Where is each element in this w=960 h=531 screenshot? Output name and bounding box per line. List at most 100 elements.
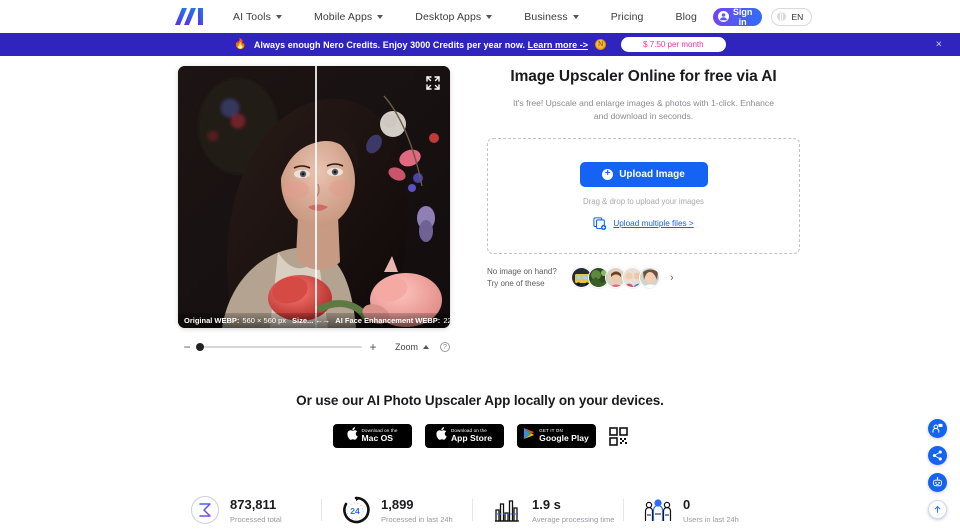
zoom-in-button[interactable]: + — [364, 341, 382, 353]
badge-main-line: App Store — [450, 432, 493, 443]
zoom-control-bar: − + Zoom ? — [178, 341, 450, 353]
multiple-files-icon — [593, 216, 607, 230]
expand-icon[interactable] — [426, 76, 440, 90]
stat-users-24h: 0 Users in last 24h — [623, 495, 782, 525]
upload-multiple-files-label: Upload multiple files > — [613, 218, 694, 228]
logo-ai-mark — [175, 8, 203, 25]
stat-text: 0 Users in last 24h — [683, 497, 739, 524]
portrait-artwork — [178, 66, 450, 328]
learn-more-link[interactable]: Learn more -> — [528, 40, 588, 50]
google-play-icon — [523, 427, 535, 445]
google-play-download-badge[interactable]: GET IT ON Google Play — [516, 424, 596, 448]
samples-next-arrow[interactable]: › — [670, 272, 674, 284]
nav-item-mobile-apps[interactable]: Mobile Apps — [298, 11, 399, 23]
zoom-out-button[interactable]: − — [178, 341, 196, 353]
stat-label: Processed total — [230, 514, 282, 524]
zoom-slider-handle[interactable] — [196, 343, 204, 351]
app-download-section: Or use our AI Photo Upscaler App locally… — [0, 393, 960, 448]
stat-processed-total: 873,811 Processed total — [178, 495, 329, 525]
floating-action-buttons — [928, 419, 947, 519]
svg-text:24: 24 — [350, 506, 360, 516]
drag-drop-hint: Drag & drop to upload your images — [583, 196, 704, 206]
app-section-title: Or use our AI Photo Upscaler App locally… — [296, 393, 664, 408]
zoom-slider[interactable] — [196, 343, 362, 351]
stat-processed-24h: 24 1,899 Processed in last 24h — [321, 495, 480, 525]
stat-label: Processed in last 24h — [381, 514, 453, 524]
before-after-image-card[interactable]: Original WEBP: 560 × 560 px Size... ←→ A… — [178, 66, 450, 328]
stat-number: 0 — [683, 496, 691, 512]
banner-text: Always enough Nero Credits. Enjoy 3000 C… — [254, 40, 588, 50]
sign-in-label: Sign in — [732, 6, 753, 27]
scroll-top-icon[interactable] — [928, 500, 947, 519]
upload-image-button[interactable]: + Upload Image — [579, 161, 708, 187]
caption-original: Original WEBP: 560 × 560 px — [184, 316, 286, 325]
caption-enhanced: AI Face Enhancement WEBP: 2240 ... — [335, 316, 450, 325]
chevron-down-icon — [377, 14, 384, 19]
nav-item-blog[interactable]: Blog — [659, 11, 712, 23]
nav-item-pricing[interactable]: Pricing — [595, 11, 660, 23]
nav-item-desktop-apps[interactable]: Desktop Apps — [399, 11, 508, 23]
upload-dropzone[interactable]: + Upload Image Drag & drop to upload you… — [487, 137, 800, 254]
nav-item-label: Mobile Apps — [313, 10, 373, 23]
badge-main-line: Google Play — [539, 432, 589, 443]
stat-label: Users in last 24h — [683, 514, 739, 524]
badge-text: Download on the App Store — [450, 428, 493, 443]
help-icon[interactable]: ? — [440, 342, 450, 352]
badge-text: Download on the Mac OS — [361, 428, 398, 443]
language-label: EN — [791, 11, 804, 22]
stat-number: 1,899 — [381, 496, 414, 512]
nav-item-label: Business — [524, 10, 568, 23]
stat-number: 1.9 s — [532, 496, 561, 512]
qr-code-icon[interactable] — [608, 426, 628, 446]
chevron-down-icon — [275, 14, 282, 19]
nav-item-label: Desktop Apps — [415, 10, 482, 23]
share-icon[interactable] — [928, 446, 947, 465]
user-avatar-icon — [717, 11, 729, 22]
upload-panel: Image Upscaler Online for free via AI It… — [487, 66, 800, 353]
site-logo[interactable] — [175, 8, 203, 25]
caption-enhanced-value: 2240 ... — [443, 316, 450, 325]
banner-close-button[interactable]: × — [936, 39, 942, 50]
nav-right-actions: Sign in EN — [712, 6, 813, 27]
page-title: Image Upscaler Online for free via AI — [510, 68, 777, 85]
nav-item-label: Blog — [675, 10, 697, 23]
compare-caption-bar: Original WEBP: 560 × 560 px Size... ←→ A… — [178, 313, 450, 328]
users-icon — [643, 495, 673, 525]
banner-message: Always enough Nero Credits. Enjoy 3000 C… — [253, 39, 526, 50]
caption-original-label: Original WEBP: — [184, 316, 240, 325]
badge-main-line: Mac OS — [361, 432, 394, 443]
feedback-icon[interactable] — [928, 419, 947, 438]
sample-thumbnail[interactable] — [639, 267, 660, 289]
nav-item-label: AI Tools — [233, 10, 271, 23]
language-selector[interactable]: EN — [771, 7, 813, 26]
badge-text: GET IT ON Google Play — [539, 428, 589, 443]
stat-label: Average processing time — [532, 514, 615, 524]
zoom-label[interactable]: Zoom — [395, 342, 418, 352]
nav-item-ai-tools[interactable]: AI Tools — [233, 11, 298, 23]
caption-arrows-icon: ←→ — [315, 316, 330, 325]
compare-slider-divider[interactable] — [315, 66, 317, 328]
apple-icon — [346, 427, 358, 445]
nav-item-business[interactable]: Business — [508, 11, 594, 23]
stat-text: 1,899 Processed in last 24h — [381, 497, 453, 524]
page-subtitle: It's free! Upscale and enlarge images & … — [512, 98, 775, 122]
hero-section: Original WEBP: 560 × 560 px Size... ←→ A… — [0, 56, 960, 353]
image-compare-panel: Original WEBP: 560 × 560 px Size... ←→ A… — [178, 66, 450, 353]
app-store-download-badge[interactable]: Download on the App Store — [424, 424, 504, 448]
globe-icon — [776, 11, 788, 22]
top-navigation-bar: AI Tools Mobile Apps Desktop Apps Busine… — [0, 0, 960, 33]
price-pill-button[interactable]: $ 7.50 per month — [621, 37, 726, 52]
plus-icon: + — [602, 168, 614, 180]
stats-row: 873,811 Processed total 24 1,899 Process… — [178, 495, 782, 525]
chevron-down-icon — [572, 14, 579, 19]
chevron-down-icon — [486, 14, 493, 19]
macos-download-badge[interactable]: Download on the Mac OS — [332, 424, 412, 448]
sample-thumbnails — [571, 267, 660, 289]
upload-multiple-files-link[interactable]: Upload multiple files > — [593, 216, 694, 230]
sign-in-button[interactable]: Sign in — [712, 6, 763, 27]
nav-item-label: Pricing — [610, 10, 644, 23]
chevron-up-icon[interactable] — [423, 345, 429, 349]
robot-icon[interactable] — [928, 473, 947, 492]
upload-image-label: Upload Image — [619, 168, 685, 180]
stat-number: 873,811 — [230, 496, 277, 512]
